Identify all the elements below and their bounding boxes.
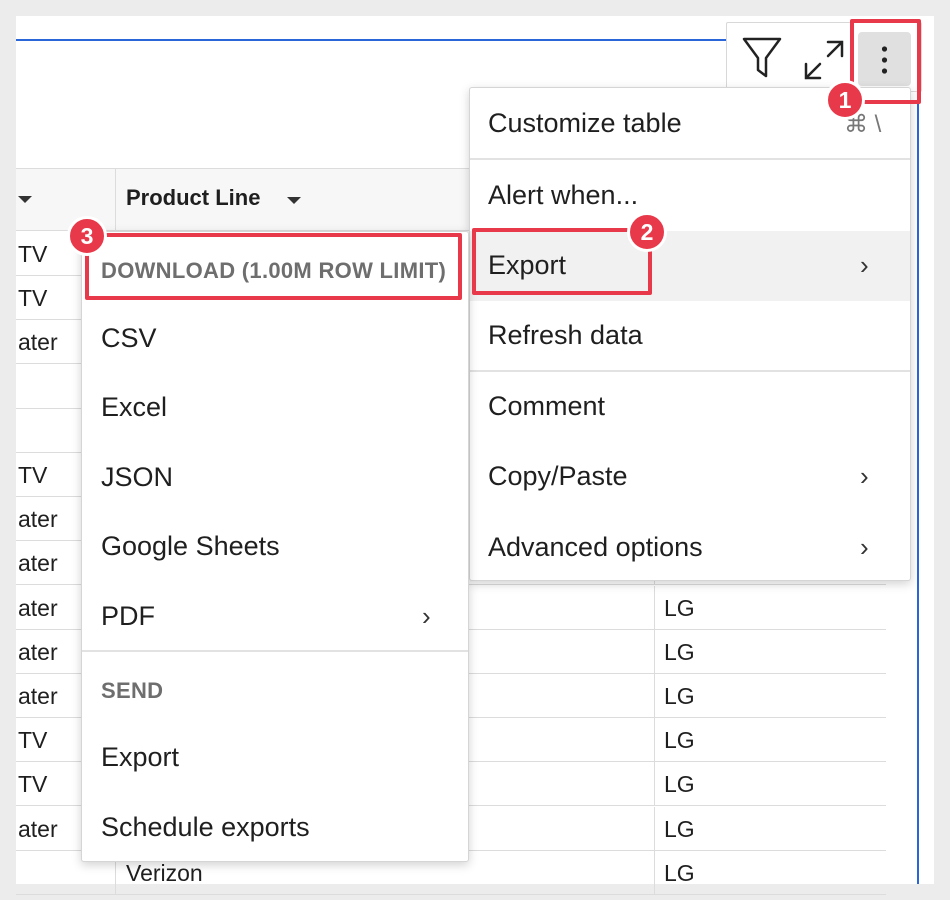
menu-item-customize-table[interactable]: Customize table	[488, 108, 682, 139]
panel-selection-border-right	[917, 39, 919, 884]
element-menu: Customize table ⌘ \ Alert when... Export…	[469, 87, 911, 581]
export-submenu: DOWNLOAD (1.00M ROW LIMIT) CSV Excel JSO…	[81, 231, 469, 862]
section-header-send: SEND	[101, 678, 164, 703]
export-option-google-sheets[interactable]: Google Sheets	[101, 531, 280, 562]
table-cell-manufacturer[interactable]: LG	[664, 807, 695, 851]
table-cell-manufacturer[interactable]: LG	[664, 586, 695, 630]
column-divider	[654, 718, 655, 762]
table-cell-manufacturer[interactable]: LG	[664, 851, 695, 895]
menu-item-refresh-data[interactable]: Refresh data	[488, 320, 643, 351]
column-divider	[654, 851, 655, 895]
table-cell-manufacturer[interactable]: LG	[664, 718, 695, 762]
chevron-right-icon: ›	[860, 250, 869, 280]
table-cell-manufacturer[interactable]: LG	[664, 630, 695, 674]
annotation-box-export	[472, 228, 652, 295]
menu-item-comment[interactable]: Comment	[488, 391, 605, 422]
column-divider	[654, 807, 655, 851]
export-option-excel[interactable]: Excel	[101, 392, 167, 423]
column-header-product-line[interactable]: Product Line	[126, 185, 260, 211]
menu-item-copy-paste[interactable]: Copy/Paste	[488, 461, 628, 492]
menu-item-alert-when[interactable]: Alert when...	[488, 180, 638, 211]
chevron-right-icon: ›	[860, 461, 869, 491]
send-option-export[interactable]: Export	[101, 742, 179, 773]
annotation-badge-1: 1	[825, 80, 865, 120]
column-menu-caret-icon[interactable]	[287, 197, 301, 204]
menu-divider	[82, 650, 468, 652]
export-option-csv[interactable]: CSV	[101, 323, 157, 354]
column-divider	[654, 674, 655, 718]
column-divider	[654, 630, 655, 674]
table-cell-manufacturer[interactable]: LG	[664, 762, 695, 806]
export-option-json[interactable]: JSON	[101, 462, 173, 493]
filter-icon[interactable]	[742, 36, 782, 80]
send-option-schedule-exports[interactable]: Schedule exports	[101, 812, 310, 843]
expand-icon[interactable]	[802, 38, 846, 82]
annotation-badge-2: 2	[627, 212, 667, 252]
menu-divider	[470, 158, 910, 160]
menu-divider	[470, 370, 910, 372]
column-menu-caret-icon[interactable]	[18, 196, 32, 203]
annotation-badge-3: 3	[67, 216, 107, 256]
column-divider	[654, 586, 655, 630]
menu-item-advanced-options[interactable]: Advanced options	[488, 532, 703, 563]
column-divider	[654, 762, 655, 806]
chevron-right-icon: ›	[422, 601, 431, 631]
annotation-box-download-header	[85, 233, 462, 300]
table-cell-manufacturer[interactable]: LG	[664, 674, 695, 718]
export-option-pdf[interactable]: PDF	[101, 601, 155, 632]
chevron-right-icon: ›	[860, 532, 869, 562]
